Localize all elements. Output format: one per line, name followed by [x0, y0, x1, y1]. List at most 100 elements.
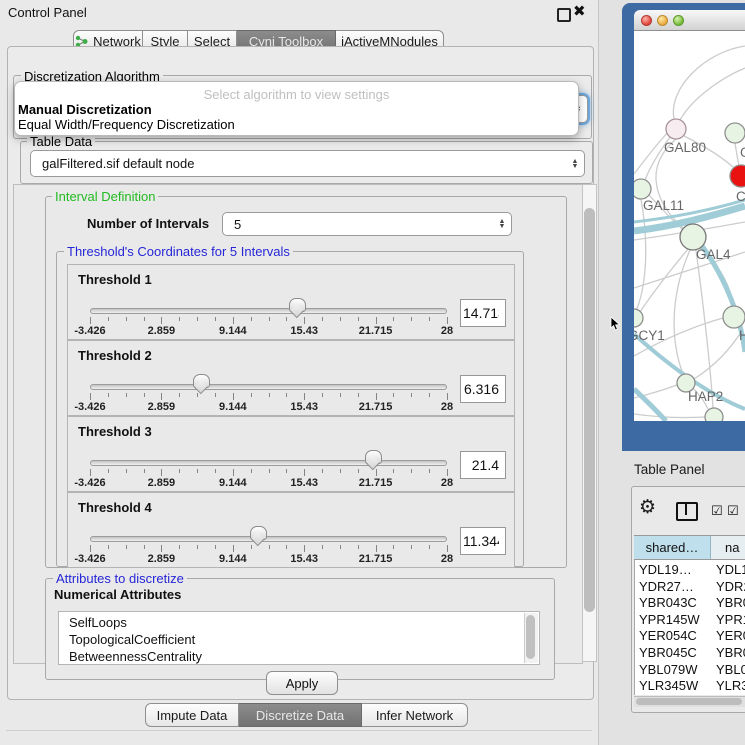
scrollbar-thumb[interactable] — [636, 698, 742, 705]
apply-button[interactable]: Apply — [266, 671, 338, 695]
table-body[interactable]: YDL19…YDL1YDR27…YDR2YBR043CYBR0YPR145WYP… — [634, 560, 745, 695]
slider-tick — [126, 545, 127, 549]
network-node[interactable] — [705, 408, 723, 421]
slider-tick — [233, 469, 234, 476]
close-icon[interactable]: ✖ — [573, 2, 586, 20]
column-header-shared-name[interactable]: shared… — [634, 536, 711, 559]
list-item[interactable]: SelfLoops — [69, 615, 127, 630]
table-row[interactable]: YDR27…YDR2 — [635, 579, 745, 596]
network-canvas[interactable]: GAL80GACGAL11GAL4GCY1HHAP2 — [634, 31, 745, 421]
slider-tick — [233, 545, 234, 552]
network-node[interactable] — [723, 306, 745, 328]
float-window-icon[interactable] — [557, 8, 571, 22]
slider-tick — [358, 545, 359, 549]
slider-tick — [197, 545, 198, 549]
network-node-label: GA — [740, 145, 745, 160]
attributes-group: Numerical Attributes SelfLoopsTopologica… — [45, 578, 555, 680]
numerical-attributes-list[interactable]: SelfLoops TopologicalCoefficient Betweenne… — [58, 611, 540, 665]
list-scrollbar[interactable] — [524, 613, 538, 663]
table-row[interactable]: YPR145WYPR1 — [635, 612, 745, 629]
dropdown-option-manual[interactable]: Manual Discretization — [18, 102, 152, 117]
table-data-combobox[interactable]: galFiltered.sif default node ▲▼ — [30, 150, 585, 177]
slider-tick-label: 28 — [441, 553, 453, 565]
slider-tick — [304, 393, 305, 400]
network-node-label: GAL11 — [643, 198, 684, 213]
network-node[interactable] — [666, 119, 686, 139]
table-row[interactable]: YER054CYER0 — [635, 628, 745, 645]
close-traffic-light-icon[interactable] — [641, 15, 652, 26]
slider-thumb[interactable] — [193, 374, 210, 388]
network-node[interactable] — [634, 309, 643, 327]
slider-tick — [144, 545, 145, 549]
slider-tick — [376, 469, 377, 476]
slider-tick-label: 2.859 — [148, 401, 176, 413]
slider-tick — [376, 545, 377, 552]
network-graph: GAL80GACGAL11GAL4GCY1HHAP2 — [634, 31, 745, 421]
threshold-value-input[interactable] — [460, 299, 506, 327]
slider-tick-label: 9.144 — [219, 553, 247, 565]
table-row[interactable]: YDL19…YDL1 — [635, 562, 745, 579]
slider-tick — [179, 469, 180, 473]
minimize-traffic-light-icon[interactable] — [657, 15, 668, 26]
zoom-traffic-light-icon[interactable] — [673, 15, 684, 26]
tab-discretize-data[interactable]: Discretize Data — [239, 703, 362, 727]
slider-thumb[interactable] — [289, 298, 306, 312]
cell-shared-name: YPR145W — [639, 612, 700, 627]
table-data-combobox-value: galFiltered.sif default node — [31, 156, 566, 171]
split-view-icon[interactable] — [676, 502, 698, 521]
network-node[interactable] — [634, 179, 651, 199]
slider-tick — [358, 317, 359, 321]
table-row[interactable]: YBR043CYBR0 — [635, 595, 745, 612]
slider-tick-label: 15.43 — [290, 401, 318, 413]
slider-tick — [126, 317, 127, 321]
slider-tick — [429, 545, 430, 549]
tab-infer-network[interactable]: Infer Network — [362, 703, 468, 727]
slider-thumb[interactable] — [365, 450, 382, 464]
table-row[interactable]: YBR045CYBR0 — [635, 645, 745, 662]
threshold-label: Threshold 1 — [78, 272, 152, 287]
slider-tick — [358, 469, 359, 473]
list-item[interactable]: TopologicalCoefficient — [69, 632, 195, 647]
network-node[interactable] — [730, 165, 745, 187]
cell-name: YER0 — [716, 628, 745, 643]
threshold-value-input[interactable] — [460, 451, 506, 479]
checkbox-icon[interactable]: ☑ — [727, 503, 739, 519]
slider-track[interactable] — [90, 536, 447, 542]
cell-shared-name: YBR043C — [639, 595, 697, 610]
slider-tick — [233, 393, 234, 400]
scrollbar-thumb[interactable] — [584, 208, 595, 612]
gear-icon[interactable]: ⚙ — [639, 498, 656, 517]
slider-tick — [393, 469, 394, 473]
table-row[interactable]: YLR345WYLR3 — [635, 678, 745, 695]
dropdown-option-equal-width[interactable]: Equal Width/Frequency Discretization — [18, 117, 235, 132]
threshold-value-input[interactable] — [460, 527, 506, 555]
number-of-intervals-combobox[interactable]: 5 ▲▼ — [222, 212, 512, 236]
threshold-value-input[interactable] — [460, 375, 506, 403]
slider-track[interactable] — [90, 460, 447, 466]
table-header-row: shared… na — [634, 535, 745, 560]
network-node[interactable] — [725, 123, 745, 143]
checkbox-icon[interactable]: ☑ — [711, 503, 723, 519]
scrollbar-thumb[interactable] — [526, 615, 535, 659]
cell-shared-name: YBR045C — [639, 645, 697, 660]
slider-track[interactable] — [90, 308, 447, 314]
slider-tick — [161, 317, 162, 324]
slider-track[interactable] — [90, 384, 447, 390]
slider-tick — [322, 545, 323, 549]
column-header-name[interactable]: na — [711, 536, 745, 559]
slider-tick — [144, 469, 145, 473]
slider-tick — [233, 317, 234, 324]
table-row[interactable]: YBL079WYBL0 — [635, 662, 745, 679]
tab-impute-data[interactable]: Impute Data — [145, 703, 239, 727]
slider-tick — [429, 317, 430, 321]
slider-tick-label: 2.859 — [148, 477, 176, 489]
slider-tick — [269, 469, 270, 473]
slider-thumb[interactable] — [250, 526, 267, 540]
horizontal-scrollbar[interactable] — [634, 696, 745, 707]
slider-tick — [304, 469, 305, 476]
vertical-scrollbar[interactable] — [582, 184, 597, 662]
number-of-intervals-label: Number of Intervals — [87, 216, 209, 231]
slider-tick-label: 2.859 — [148, 553, 176, 565]
list-item[interactable]: BetweennessCentrality — [69, 649, 202, 664]
interval-definition-group-title: Interval Definition — [52, 189, 158, 204]
